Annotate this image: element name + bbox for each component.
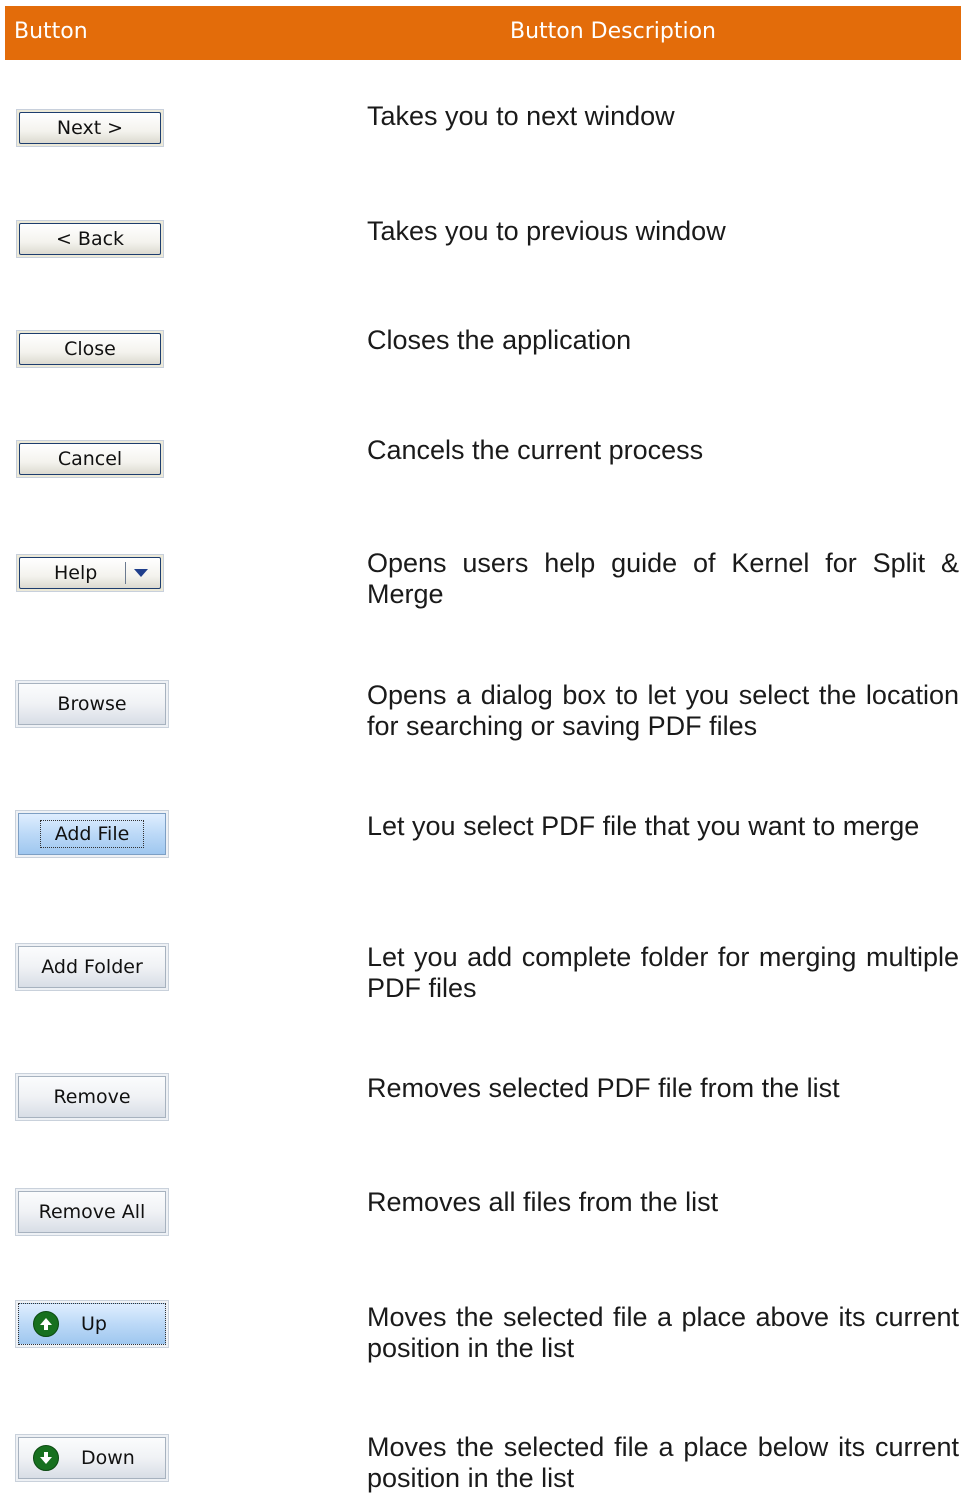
- remove-all-description: Removes all files from the list: [367, 1187, 719, 1217]
- up-button-label: Up: [81, 1313, 107, 1335]
- up-button[interactable]: Up: [15, 1300, 169, 1348]
- cancel-button[interactable]: Cancel: [16, 440, 164, 478]
- next-button[interactable]: Next >: [16, 109, 164, 147]
- down-button-label: Down: [81, 1447, 135, 1469]
- remove-button[interactable]: Remove: [15, 1073, 169, 1121]
- table-header: Button Button Description: [5, 6, 961, 60]
- close-button[interactable]: Close: [16, 330, 164, 368]
- add-folder-button[interactable]: Add Folder: [15, 943, 169, 991]
- add-folder-button-label: Add Folder: [41, 956, 143, 978]
- down-button[interactable]: Down: [15, 1434, 169, 1482]
- browse-button[interactable]: Browse: [15, 680, 169, 728]
- help-separator: [125, 562, 127, 584]
- browse-description: Opens a dialog box to let you select the…: [367, 680, 959, 741]
- arrow-down-icon: [33, 1445, 59, 1471]
- add-file-description: Let you select PDF file that you want to…: [367, 811, 920, 841]
- cancel-description: Cancels the current process: [367, 435, 704, 465]
- help-description: Opens users help guide of Kernel for Spl…: [367, 548, 959, 609]
- browse-button-label: Browse: [57, 693, 127, 715]
- remove-description: Removes selected PDF file from the list: [367, 1073, 840, 1103]
- add-file-button-label: Add File: [39, 820, 145, 848]
- back-button-label: < Back: [55, 228, 125, 250]
- header-button: Button: [14, 19, 88, 44]
- cancel-button-label: Cancel: [57, 448, 123, 470]
- close-button-label: Close: [64, 338, 116, 360]
- down-description: Moves the selected file a place below it…: [367, 1432, 959, 1493]
- back-description: Takes you to previous window: [367, 216, 726, 246]
- back-button[interactable]: < Back: [16, 220, 164, 258]
- add-folder-description: Let you add complete folder for merging …: [367, 942, 959, 1003]
- up-description: Moves the selected file a place above it…: [367, 1302, 959, 1363]
- next-button-label: Next >: [56, 117, 124, 139]
- help-button-label: Help: [54, 562, 98, 584]
- arrow-up-icon: [33, 1311, 59, 1337]
- chevron-down-icon[interactable]: [134, 569, 149, 577]
- header-button-description: Button Description: [510, 19, 716, 44]
- close-description: Closes the application: [367, 325, 632, 355]
- next-description: Takes you to next window: [367, 101, 675, 131]
- add-file-button[interactable]: Add File: [15, 810, 169, 858]
- remove-all-button[interactable]: Remove All: [15, 1188, 169, 1236]
- help-button[interactable]: Help: [16, 554, 164, 592]
- remove-all-button-label: Remove All: [38, 1201, 146, 1223]
- remove-button-label: Remove: [53, 1086, 131, 1108]
